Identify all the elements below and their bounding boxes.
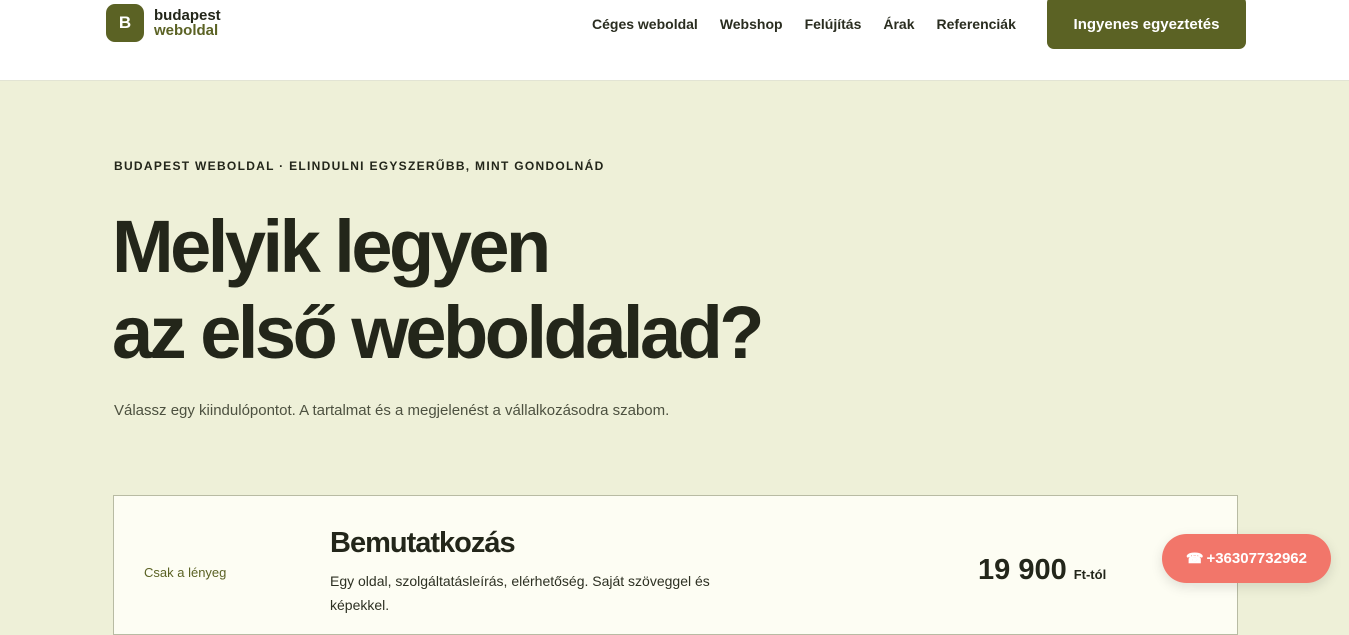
phone-call-button[interactable]: ☎ +36307732962 xyxy=(1162,534,1331,583)
nav-link-webshop[interactable]: Webshop xyxy=(720,15,783,33)
hero-headline-line2: az első weboldalad? xyxy=(112,291,765,374)
package-tag: Csak a lényeg xyxy=(144,565,227,580)
price-unit: Ft-tól xyxy=(1073,567,1107,582)
nav-link-felujitas[interactable]: Felújítás xyxy=(805,15,862,33)
package-description: Egy oldal, szolgáltatásleírás, elérhetős… xyxy=(330,573,710,613)
main-nav: Céges weboldal Webshop Felújítás Árak Re… xyxy=(592,15,1016,33)
free-consultation-button[interactable]: Ingyenes egyeztetés xyxy=(1047,0,1246,49)
logo-mark: B xyxy=(106,4,144,42)
logo-line1: budapest xyxy=(154,7,221,24)
price-value: 19 900 xyxy=(978,554,1067,586)
site-header: B budapest weboldal Céges weboldal Websh… xyxy=(0,0,1349,81)
hero-headline: Melyik legyen az első weboldalad? xyxy=(112,204,765,376)
hero-subtitle: Válassz egy kiindulópontot. A tartalmat … xyxy=(114,402,670,419)
hero-headline-line1: Melyik legyen xyxy=(112,205,551,288)
phone-icon: ☎ xyxy=(1186,550,1204,566)
nav-link-ceges-weboldal[interactable]: Céges weboldal xyxy=(592,15,698,33)
nav-link-referenciak[interactable]: Referenciák xyxy=(937,15,1016,33)
phone-number: +36307732962 xyxy=(1206,550,1307,567)
package-title: Bemutatkozás xyxy=(330,527,516,559)
logo-text: budapest weboldal xyxy=(154,8,221,38)
logo[interactable]: B budapest weboldal xyxy=(106,4,221,42)
nav-link-arak[interactable]: Árak xyxy=(883,15,914,33)
package-price: 19 900 Ft-tól xyxy=(978,554,1106,587)
hero-eyebrow: BUDAPEST WEBOLDAL · ELINDULNI EGYSZERŰBB… xyxy=(114,159,605,173)
logo-line2: weboldal xyxy=(154,22,219,39)
package-card[interactable]: Csak a lényeg Bemutatkozás Egy oldal, sz… xyxy=(113,495,1238,635)
